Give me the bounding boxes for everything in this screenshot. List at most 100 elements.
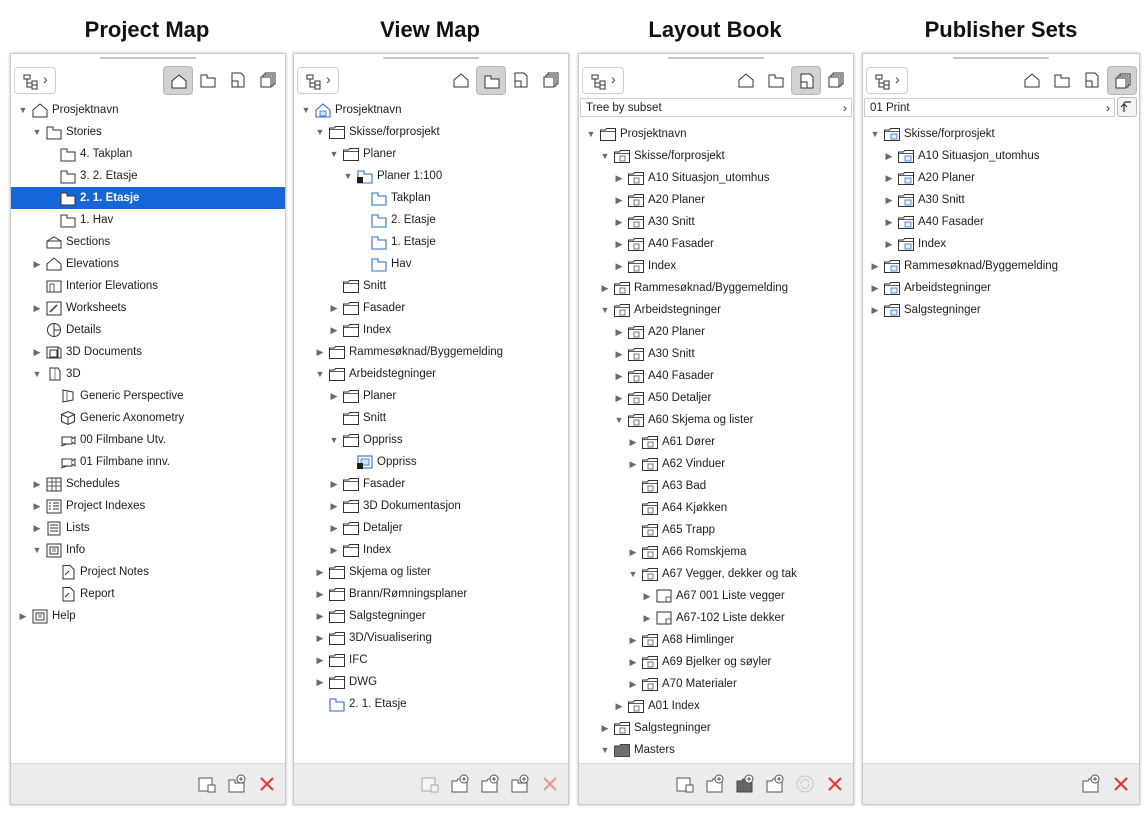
tree-item[interactable]: ▼ A67 Vegger, dekker og tak — [579, 563, 853, 585]
disclosure-closed-icon[interactable]: ▶ — [870, 277, 880, 299]
tree-item[interactable]: ▶ Help — [11, 605, 285, 627]
project-map-mode-button[interactable] — [163, 66, 193, 95]
subset-selector[interactable]: 01 Print › — [864, 98, 1115, 117]
layout-book-mode-button[interactable] — [1077, 66, 1107, 95]
tree-item[interactable]: ▶ A30 Snitt — [863, 189, 1139, 211]
disclosure-open-icon[interactable]: ▼ — [586, 123, 596, 145]
tree-item[interactable]: ▶ Index — [294, 319, 568, 341]
tree-item[interactable]: Report — [11, 583, 285, 605]
tree-item[interactable]: ▶ Rammesøknad/Byggemelding — [863, 255, 1139, 277]
tree-item[interactable]: ▶ Salgstegninger — [579, 717, 853, 739]
panel-drag-grip[interactable] — [953, 57, 1049, 59]
disclosure-closed-icon[interactable]: ▶ — [614, 211, 624, 233]
disclosure-open-icon[interactable]: ▼ — [329, 429, 339, 451]
disclosure-open-icon[interactable]: ▼ — [32, 363, 42, 385]
tree-item[interactable]: ▼ Prosjektnavn — [294, 99, 568, 121]
disclosure-closed-icon[interactable]: ▶ — [614, 387, 624, 409]
delete-button[interactable] — [1111, 774, 1131, 794]
new-folder-button[interactable] — [765, 774, 785, 794]
tree-item[interactable]: ▶ Fasader — [294, 297, 568, 319]
tree-item[interactable]: A63 Bad — [579, 475, 853, 497]
tree-item[interactable]: ▶ 3D Documents — [11, 341, 285, 363]
tree-item[interactable]: ▼ Skisse/forprosjekt — [294, 121, 568, 143]
tree-item[interactable]: ▼ A60 Skjema og lister — [579, 409, 853, 431]
tree-item[interactable]: ▶ Salgstegninger — [863, 299, 1139, 321]
tree-item[interactable]: 2. 1. Etasje — [294, 693, 568, 715]
tree-item[interactable]: ▶ Rammesøknad/Byggemelding — [294, 341, 568, 363]
disclosure-closed-icon[interactable]: ▶ — [628, 453, 638, 475]
tree-item[interactable]: ▶ 3D/Visualisering — [294, 627, 568, 649]
disclosure-closed-icon[interactable]: ▶ — [884, 233, 894, 255]
new-layout-button[interactable] — [197, 774, 217, 794]
tree-item[interactable]: ▶ 3D Dokumentasjon — [294, 495, 568, 517]
disclosure-closed-icon[interactable]: ▶ — [32, 253, 42, 275]
disclosure-open-icon[interactable]: ▼ — [870, 123, 880, 145]
disclosure-closed-icon[interactable]: ▶ — [32, 495, 42, 517]
disclosure-closed-icon[interactable]: ▶ — [614, 695, 624, 717]
tree-item[interactable]: ▶ A70 Materialer — [579, 673, 853, 695]
new-layout-button[interactable] — [675, 774, 695, 794]
new-view-button[interactable] — [227, 774, 247, 794]
disclosure-closed-icon[interactable]: ▶ — [329, 319, 339, 341]
disclosure-open-icon[interactable]: ▼ — [600, 739, 610, 761]
tree-item[interactable]: ▶ A66 Romskjema — [579, 541, 853, 563]
tree-item[interactable]: Takplan — [294, 187, 568, 209]
navigation-menu-button[interactable]: › — [866, 67, 908, 94]
tree-item[interactable]: ▶ Index — [294, 539, 568, 561]
tree-item[interactable]: ▶ Index — [863, 233, 1139, 255]
layout-book-mode-button[interactable] — [506, 66, 536, 95]
disclosure-closed-icon[interactable]: ▶ — [614, 321, 624, 343]
tree-item[interactable]: Interior Elevations — [11, 275, 285, 297]
project-map-mode-button[interactable] — [446, 66, 476, 95]
tree-item[interactable]: 2. 1. Etasje — [11, 187, 285, 209]
tree-item[interactable]: 4. Takplan — [11, 143, 285, 165]
disclosure-open-icon[interactable]: ▼ — [600, 299, 610, 321]
tree-item[interactable]: ▼ Skisse/forprosjekt — [579, 145, 853, 167]
tree-item[interactable]: 1. Hav — [11, 209, 285, 231]
disclosure-closed-icon[interactable]: ▶ — [642, 607, 652, 629]
tree-item[interactable]: ▶ IFC — [294, 649, 568, 671]
disclosure-closed-icon[interactable]: ▶ — [628, 629, 638, 651]
disclosure-open-icon[interactable]: ▼ — [600, 145, 610, 167]
tree-item[interactable]: ▶ Fasader — [294, 473, 568, 495]
disclosure-closed-icon[interactable]: ▶ — [315, 605, 325, 627]
tree-item[interactable]: 00 Filmbane Utv. — [11, 429, 285, 451]
layout-book-mode-button[interactable] — [791, 66, 821, 95]
disclosure-closed-icon[interactable]: ▶ — [614, 365, 624, 387]
disclosure-closed-icon[interactable]: ▶ — [329, 495, 339, 517]
delete-button[interactable] — [540, 774, 560, 794]
tree-item[interactable]: ▶ A01 Index — [579, 695, 853, 717]
new-layout-button[interactable] — [420, 774, 440, 794]
disclosure-open-icon[interactable]: ▼ — [32, 539, 42, 561]
tree-item[interactable]: Snitt — [294, 275, 568, 297]
tree-item[interactable]: ▶ A20 Planer — [863, 167, 1139, 189]
new-subset-button[interactable] — [705, 774, 725, 794]
disclosure-closed-icon[interactable]: ▶ — [870, 255, 880, 277]
tree-item[interactable]: 2. Etasje — [294, 209, 568, 231]
disclosure-closed-icon[interactable]: ▶ — [884, 211, 894, 233]
tree-item[interactable]: ▶ Detaljer — [294, 517, 568, 539]
tree-item[interactable]: ▶ Planer — [294, 385, 568, 407]
tree-item[interactable]: ▶ A67-102 Liste dekker — [579, 607, 853, 629]
tree-item[interactable]: A64 Kjøkken — [579, 497, 853, 519]
tree-item[interactable]: Generic Axonometry — [11, 407, 285, 429]
disclosure-closed-icon[interactable]: ▶ — [329, 517, 339, 539]
disclosure-closed-icon[interactable]: ▶ — [628, 651, 638, 673]
tree-item[interactable]: ▶ A30 Snitt — [579, 343, 853, 365]
tree-item[interactable]: Details — [11, 319, 285, 341]
tree-item[interactable]: ▶ A40 Fasader — [579, 233, 853, 255]
disclosure-closed-icon[interactable]: ▶ — [600, 717, 610, 739]
disclosure-open-icon[interactable]: ▼ — [343, 165, 353, 187]
disclosure-closed-icon[interactable]: ▶ — [329, 297, 339, 319]
disclosure-closed-icon[interactable]: ▶ — [329, 539, 339, 561]
tree-item[interactable]: ▼ Arbeidstegninger — [579, 299, 853, 321]
new-view-button[interactable] — [510, 774, 530, 794]
panel-drag-grip[interactable] — [100, 57, 196, 59]
disclosure-open-icon[interactable]: ▼ — [329, 143, 339, 165]
disclosure-closed-icon[interactable]: ▶ — [600, 277, 610, 299]
tree-item[interactable]: ▶ Project Indexes — [11, 495, 285, 517]
disclosure-closed-icon[interactable]: ▶ — [32, 473, 42, 495]
tree-item[interactable]: ▼ Planer 1:100 — [294, 165, 568, 187]
tree-item[interactable]: ▶ A10 Situasjon_utomhus — [863, 145, 1139, 167]
tree-item[interactable]: ▶ Brann/Rømningsplaner — [294, 583, 568, 605]
